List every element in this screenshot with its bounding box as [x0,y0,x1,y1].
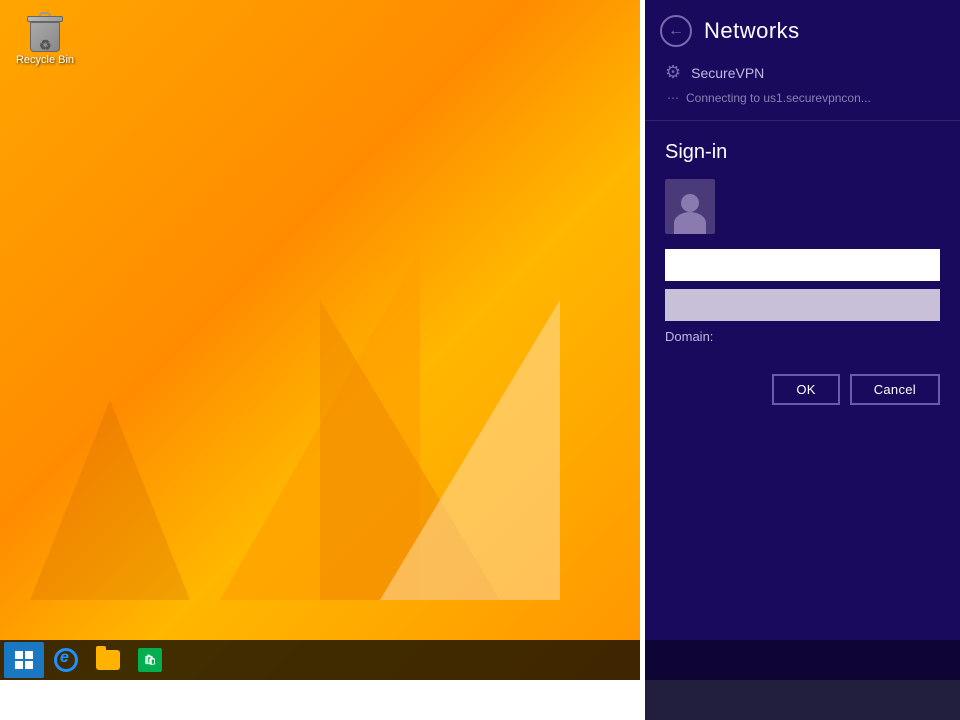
panel-bottom [645,640,960,680]
recycle-bin-label: Recycle Bin [16,54,74,67]
start-button[interactable] [4,642,44,678]
avatar-figure [674,194,706,234]
vpn-section: ⚙ SecureVPN ⋯ Connecting to us1.securevp… [645,57,960,120]
right-taskbar [645,680,960,720]
signin-title: Sign-in [665,141,940,164]
user-avatar [665,179,715,234]
spinner-icon: ⋯ [667,91,678,105]
file-explorer-icon [96,650,120,670]
password-input[interactable] [665,289,940,321]
origami-decoration-4 [30,400,190,600]
signin-section: Sign-in Domain: OK Cancel [645,121,960,640]
networks-title: Networks [704,18,800,44]
avatar-head [681,194,699,212]
windows-logo-icon [15,651,33,669]
taskbar-ie-button[interactable]: e [46,642,86,678]
taskbar-store-button[interactable]: 🛍 [130,642,170,678]
networks-panel: ← Networks ⚙ SecureVPN ⋯ Connecting to u… [645,0,960,680]
button-row: OK Cancel [665,374,940,405]
username-input[interactable] [665,249,940,281]
connecting-row: ⋯ Connecting to us1.securevpncon... [665,91,940,105]
vpn-name: SecureVPN [691,65,764,81]
avatar-body [674,212,706,234]
windows-store-icon: 🛍 [138,648,162,672]
vpn-icon: ⚙ [665,62,681,83]
recycle-bin-icon[interactable]: ♻ Recycle Bin [10,10,80,67]
networks-header: ← Networks [645,0,960,57]
recycle-bin-graphic: ♻ [25,10,65,52]
domain-label: Domain: [665,329,940,344]
connecting-status: Connecting to us1.securevpncon... [686,91,871,105]
ok-button[interactable]: OK [772,374,839,405]
taskbar: e 🛍 [0,640,640,680]
vpn-row: ⚙ SecureVPN [665,62,940,83]
internet-explorer-icon: e [54,648,78,672]
desktop: ♻ Recycle Bin e 🛍 [0,0,640,680]
back-button[interactable]: ← [660,15,692,47]
cancel-button[interactable]: Cancel [850,374,940,405]
taskbar-explorer-button[interactable] [88,642,128,678]
